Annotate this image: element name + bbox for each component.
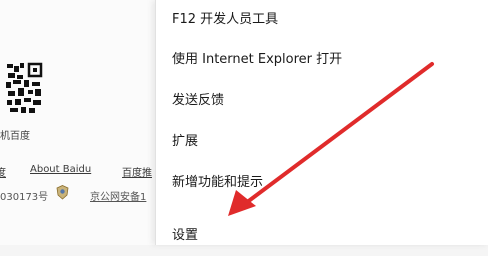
qr-caption: 机百度 [0, 131, 30, 142]
license-number: 030173号 [0, 192, 49, 203]
footer-link-about-baidu[interactable]: About Baidu [30, 164, 91, 175]
menu-item-f12-dev-tools[interactable]: F12 开发人员工具 [156, 0, 488, 40]
menu-item-extensions[interactable]: 扩展 [156, 122, 488, 162]
menu-item-settings[interactable]: 设置 [156, 216, 488, 256]
public-security-record-link[interactable]: 京公网安备1 [90, 188, 146, 203]
menu-item-send-feedback[interactable]: 发送反馈 [156, 81, 488, 121]
browser-settings-menu: F12 开发人员工具 使用 Internet Explorer 打开 发送反馈 … [155, 0, 488, 245]
police-badge-icon [56, 185, 69, 200]
qr-code-icon [4, 60, 44, 120]
menu-item-whats-new[interactable]: 新增功能和提示 [156, 163, 488, 203]
footer-link-baidu-promo[interactable]: 百度推 [122, 164, 152, 179]
footer-link-partial[interactable]: 度 [0, 164, 6, 179]
background-webpage: 机百度 度 About Baidu 百度推 030173号 京公网安备1 [0, 0, 160, 245]
menu-item-open-with-ie[interactable]: 使用 Internet Explorer 打开 [156, 40, 488, 80]
